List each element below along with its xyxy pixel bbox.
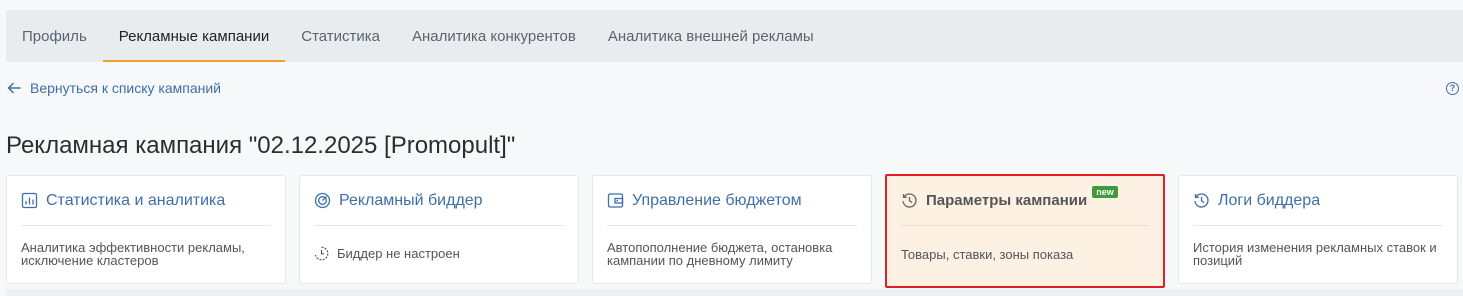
history-icon xyxy=(1194,193,1209,208)
card-budget-management[interactable]: Управление бюджетом Автопополнение бюдже… xyxy=(592,175,872,284)
card-title: Параметры кампании xyxy=(926,192,1088,209)
card-description: Автопополнение бюджета, остановка кампан… xyxy=(607,240,833,268)
card-campaign-parameters[interactable]: Параметры кампании new Товары, ставки, з… xyxy=(885,174,1165,288)
content-divider xyxy=(6,289,1463,296)
tab-bar: Профиль Рекламные кампании Статистика Ан… xyxy=(6,10,1463,62)
back-link-label: Вернуться к списку кампаний xyxy=(30,80,221,96)
card-description: Аналитика эффективности рекламы, исключе… xyxy=(21,240,245,268)
new-badge: new xyxy=(1092,185,1118,198)
card-description: История изменения рекламных ставок и поз… xyxy=(1193,240,1437,268)
card-header: Статистика и аналитика xyxy=(21,176,271,226)
bidder-icon xyxy=(314,192,331,209)
card-statistics-analytics[interactable]: Статистика и аналитика Аналитика эффекти… xyxy=(6,175,286,284)
question-circle-icon[interactable]: ? xyxy=(1446,82,1459,95)
tab-profile[interactable]: Профиль xyxy=(6,10,103,62)
clock-warning-icon xyxy=(314,246,329,261)
card-header: Рекламный биддер xyxy=(314,176,564,226)
tab-competitor-analytics[interactable]: Аналитика конкурентов xyxy=(396,10,592,62)
page: Профиль Рекламные кампании Статистика Ан… xyxy=(0,0,1463,296)
card-description: Товары, ставки, зоны показа xyxy=(901,247,1074,262)
card-header: Управление бюджетом xyxy=(607,176,857,226)
wallet-icon xyxy=(607,193,624,208)
card-ad-bidder[interactable]: Рекламный биддер Биддер не настроен xyxy=(299,175,579,284)
campaign-cards: Статистика и аналитика Аналитика эффекти… xyxy=(6,174,1458,288)
card-title: Логи биддера xyxy=(1218,191,1321,209)
tab-external-ads-analytics[interactable]: Аналитика внешней рекламы xyxy=(592,10,830,62)
card-description: Биддер не настроен xyxy=(314,226,564,261)
card-bidder-logs[interactable]: Логи биддера История изменения рекламных… xyxy=(1178,175,1458,284)
bidder-status-text: Биддер не настроен xyxy=(337,246,460,261)
card-header: Логи биддера xyxy=(1193,176,1443,226)
back-to-campaigns-link[interactable]: Вернуться к списку кампаний xyxy=(6,80,221,96)
page-title: Рекламная кампания "02.12.2025 [Promopul… xyxy=(6,132,516,159)
history-icon xyxy=(902,193,917,208)
card-title: Статистика и аналитика xyxy=(46,191,226,209)
card-header: Параметры кампании new xyxy=(901,176,1149,226)
tab-statistics[interactable]: Статистика xyxy=(285,10,396,62)
card-title: Рекламный биддер xyxy=(339,191,483,209)
arrow-left-icon xyxy=(7,82,21,94)
chart-icon xyxy=(21,192,38,209)
tab-ad-campaigns[interactable]: Рекламные кампании xyxy=(102,10,286,62)
card-title: Управление бюджетом xyxy=(632,191,802,209)
